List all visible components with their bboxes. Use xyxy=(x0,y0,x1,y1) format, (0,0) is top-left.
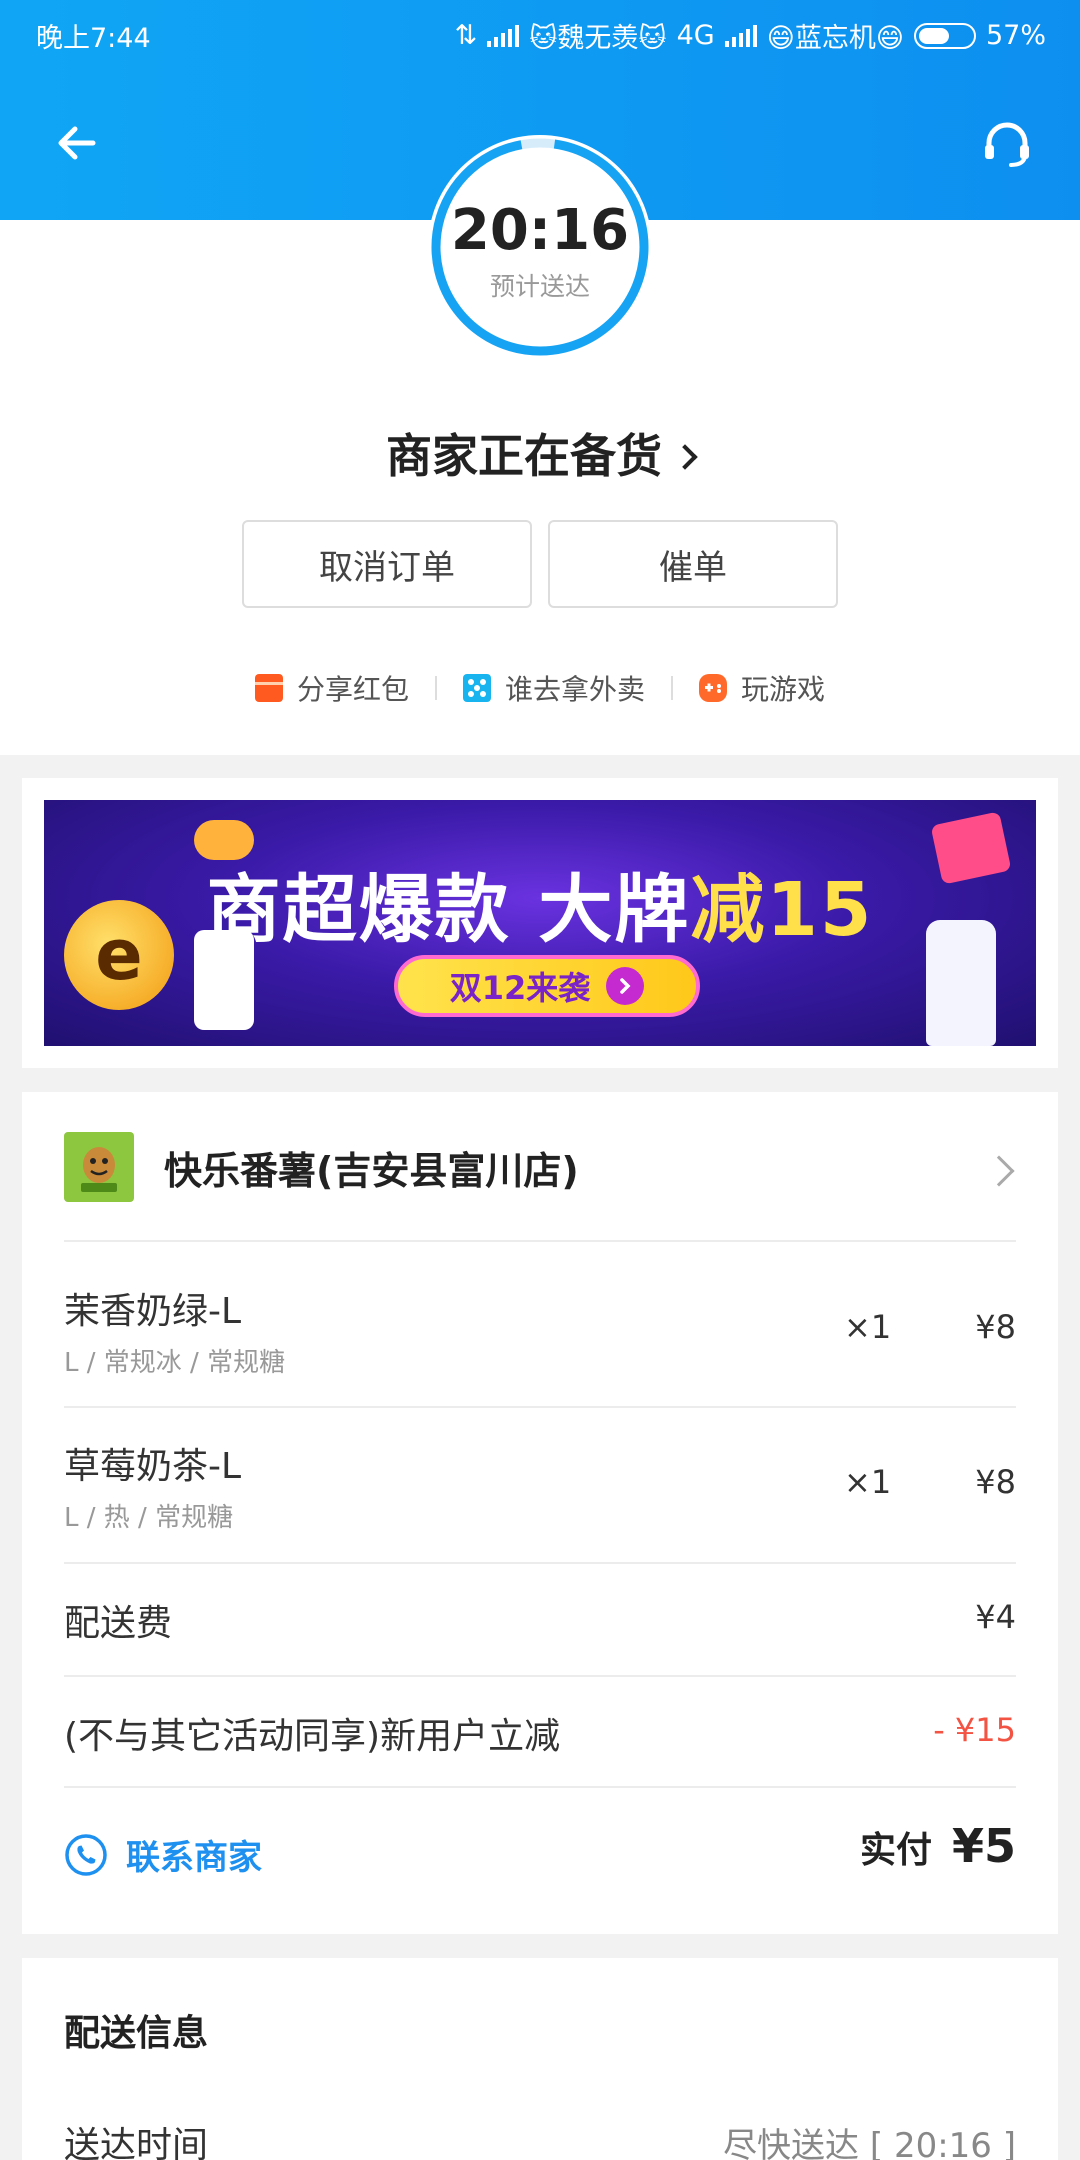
phone-icon xyxy=(65,1833,107,1876)
item-qty: ×1 xyxy=(844,1463,892,1501)
divider xyxy=(64,1240,1016,1242)
play-game-label: 玩游戏 xyxy=(741,673,826,706)
cancel-order-button[interactable]: 取消订单 xyxy=(242,520,532,608)
item-qty: ×1 xyxy=(844,1308,892,1346)
battery-percent: 57% xyxy=(985,20,1046,51)
delivery-time-value: 尽快送达 [ 20:16 ] xyxy=(723,2126,1016,2160)
headset-icon xyxy=(985,122,1029,167)
item-spec: L / 常规冰 / 常规糖 xyxy=(64,1348,286,1378)
share-red-envelope-label: 分享红包 xyxy=(296,673,409,706)
eta-clock: 20:16 预计送达 xyxy=(428,135,652,359)
paid-amount: ¥5 xyxy=(951,1819,1016,1873)
data-transfer-icon: ⇅ xyxy=(454,20,478,51)
divider xyxy=(64,1406,1016,1408)
shop-header[interactable]: 快乐番薯(吉安县富川店) xyxy=(64,1132,579,1202)
order-status-title[interactable]: 商家正在备货 xyxy=(0,420,1080,486)
contact-merchant-label: 联系商家 xyxy=(126,1838,262,1878)
urge-order-button[interactable]: 催单 xyxy=(548,520,838,608)
delivery-time-label: 送达时间 xyxy=(64,2125,209,2160)
discount-value: - ¥15 xyxy=(933,1711,1016,1749)
back-button[interactable] xyxy=(44,110,110,176)
status-time: 晚上7:44 xyxy=(36,23,151,54)
banner-headline-part: 商超爆款 大牌 xyxy=(206,867,691,953)
divider xyxy=(64,1675,1016,1677)
status-indicators: ⇅ 🐱魏无羡🐱 4G 😄蓝忘机😄 57% xyxy=(455,16,1046,55)
quick-actions: 分享红包 谁去拿外卖 玩游戏 xyxy=(0,668,1080,708)
chevron-right-icon xyxy=(672,444,698,470)
delivery-fee-row: 配送费 ¥4 xyxy=(64,1594,1016,1646)
discount-row: (不与其它活动同享)新用户立减 - ¥15 xyxy=(64,1707,1016,1759)
divider xyxy=(64,1562,1016,1564)
promo-banner[interactable]: e 商超爆款 大牌减15 双12来袭 xyxy=(44,800,1036,1046)
eta-label: 预计送达 xyxy=(489,271,590,301)
play-game-action[interactable]: 玩游戏 xyxy=(673,668,851,708)
contact-merchant-button[interactable]: 联系商家 xyxy=(64,1830,262,1879)
order-details-card: 快乐番薯(吉安县富川店) 茉香奶绿-L L / 常规冰 / 常规糖 ×1 ¥8 … xyxy=(22,1092,1058,1934)
dice-icon xyxy=(462,674,491,702)
network-type: 4G xyxy=(676,20,715,51)
customer-service-button[interactable] xyxy=(974,110,1040,176)
divider xyxy=(64,1786,1016,1788)
battery-icon xyxy=(913,22,976,49)
signal-icon xyxy=(487,24,520,47)
arrow-circle-icon xyxy=(606,967,645,1005)
status-bar: 晚上7:44 ⇅ 🐱魏无羡🐱 4G 😄蓝忘机😄 57% xyxy=(0,0,1080,70)
promo-banner-card: e 商超爆款 大牌减15 双12来袭 xyxy=(22,778,1058,1068)
order-item: 草莓奶茶-L L / 热 / 常规糖 ×1 ¥8 xyxy=(64,1437,1016,1534)
red-envelope-icon xyxy=(254,674,283,702)
shop-name: 快乐番薯(吉安县富川店) xyxy=(164,1148,579,1193)
battery-fill xyxy=(918,27,949,44)
item-price: ¥8 xyxy=(975,1308,1016,1346)
paid-label: 实付 xyxy=(859,1830,932,1871)
item-spec: L / 热 / 常规糖 xyxy=(64,1503,234,1533)
chevron-right-icon[interactable] xyxy=(983,1155,1015,1187)
who-picks-up-label: 谁去拿外卖 xyxy=(504,673,645,706)
banner-cta[interactable]: 双12来袭 xyxy=(394,955,700,1017)
banner-headline: 商超爆款 大牌减15 xyxy=(44,850,1036,957)
who-picks-up-action[interactable]: 谁去拿外卖 xyxy=(437,668,671,708)
delivery-fee-value: ¥4 xyxy=(975,1598,1016,1636)
carrier-1: 🐱魏无羡🐱 xyxy=(529,23,667,54)
eta-time: 20:16 xyxy=(450,197,630,263)
signal-icon xyxy=(724,24,757,47)
banner-headline-highlight: 减15 xyxy=(690,867,874,953)
share-red-envelope-action[interactable]: 分享红包 xyxy=(229,668,435,708)
shop-logo xyxy=(64,1132,134,1202)
discount-label: (不与其它活动同享)新用户立减 xyxy=(64,1716,561,1757)
gamepad-icon xyxy=(699,674,727,702)
item-price: ¥8 xyxy=(975,1463,1016,1501)
delivery-info-title: 配送信息 xyxy=(64,2013,209,2054)
carrier-2: 😄蓝忘机😄 xyxy=(766,23,904,54)
total-paid: 实付 ¥5 xyxy=(860,1819,1016,1873)
banner-cta-label: 双12来袭 xyxy=(449,969,591,1007)
delivery-info-card: 配送信息 送达时间 尽快送达 [ 20:16 ] xyxy=(22,1958,1058,2160)
order-status-text: 商家正在备货 xyxy=(386,429,662,483)
order-item: 茉香奶绿-L L / 常规冰 / 常规糖 ×1 ¥8 xyxy=(64,1282,1016,1379)
delivery-fee-label: 配送费 xyxy=(64,1603,173,1644)
arrow-left-icon xyxy=(58,126,96,160)
